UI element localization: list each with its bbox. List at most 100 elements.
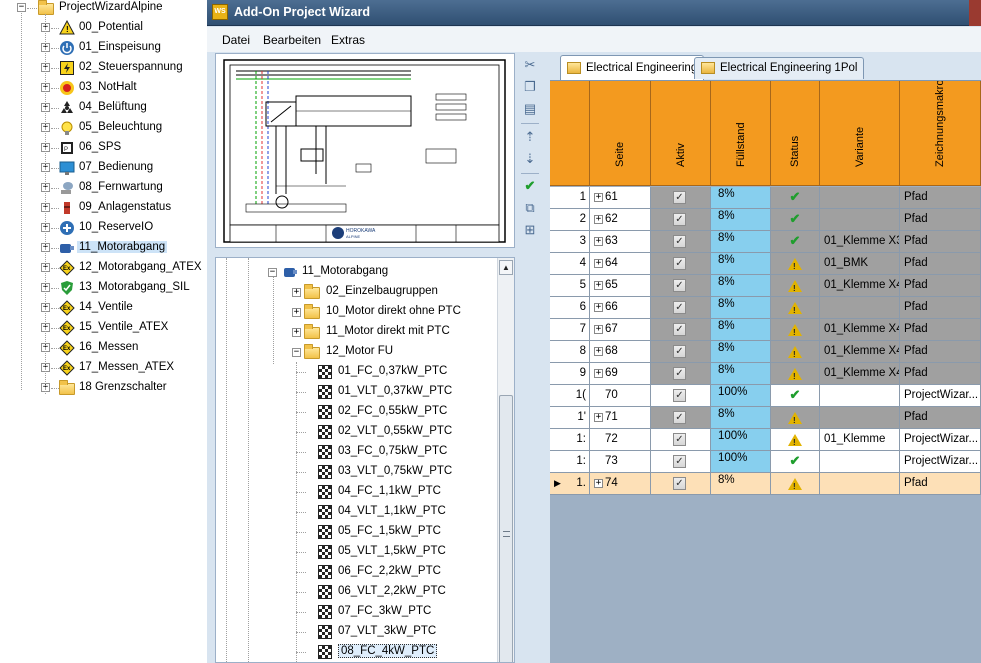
col-header-fuellstand[interactable]: Füllstand (711, 81, 771, 186)
tree-item-row[interactable]: +05_Beleuchtung (0, 118, 207, 138)
macro-item-row[interactable]: 06_VLT_2,2kW_PTC (216, 582, 496, 602)
tree-item-row[interactable]: +08_Fernwartung (0, 178, 207, 198)
expand-toggle[interactable]: + (594, 303, 603, 312)
tree-item-row[interactable]: +07_Bedienung (0, 158, 207, 178)
aktiv-checkbox[interactable]: ✓ (673, 279, 686, 292)
aktiv-checkbox[interactable]: ✓ (673, 345, 686, 358)
tree-item-row[interactable]: +04_Belüftung (0, 98, 207, 118)
aktiv-checkbox[interactable]: ✓ (673, 433, 686, 446)
tab-electrical-engineering-1pol[interactable]: Electrical Engineering 1Pol (694, 57, 865, 79)
expand-toggle[interactable]: + (594, 325, 603, 334)
expand-toggle[interactable]: + (594, 347, 603, 356)
menu-bearbeiten[interactable]: Bearbeiten (263, 33, 321, 47)
expand-toggle[interactable]: + (292, 288, 301, 297)
cell-fuellstand: 100% (711, 385, 771, 407)
macro-item-row[interactable]: 04_VLT_1,1kW_PTC (216, 502, 496, 522)
paste-icon[interactable]: ▤ (519, 99, 541, 119)
aktiv-checkbox[interactable]: ✓ (673, 455, 686, 468)
macro-item-row[interactable]: 03_VLT_0,75kW_PTC (216, 462, 496, 482)
tree-item-row[interactable]: + Ex 12_Motorabgang_ATEX (0, 258, 207, 278)
macro-item-row[interactable]: 07_FC_3kW_PTC (216, 602, 496, 622)
tree-item-row[interactable]: +18 Grenzschalter (0, 378, 207, 398)
expand-toggle[interactable]: + (594, 193, 603, 202)
tree-item-row[interactable]: + Ex 14_Ventile (0, 298, 207, 318)
col-header-seite[interactable]: Seite (590, 81, 651, 186)
expand-toggle[interactable]: + (292, 328, 301, 337)
tree-item-row[interactable]: + Ex 16_Messen (0, 338, 207, 358)
tree-item-row[interactable]: +01_Einspeisung (0, 38, 207, 58)
expand-toggle[interactable]: + (594, 259, 603, 268)
aktiv-checkbox[interactable]: ✓ (673, 411, 686, 424)
collapse-toggle[interactable]: − (268, 268, 277, 277)
macro-item-row[interactable]: 02_VLT_0,55kW_PTC (216, 422, 496, 442)
col-header-aktiv[interactable]: Aktiv (651, 81, 711, 186)
aktiv-checkbox[interactable]: ✓ (673, 323, 686, 336)
macro-item-row[interactable]: 03_FC_0,75kW_PTC (216, 442, 496, 462)
aktiv-checkbox[interactable]: ✓ (673, 235, 686, 248)
tab-electrical-engineering[interactable]: Electrical Engineering (560, 55, 705, 81)
tree-item-row[interactable]: +13_Motorabgang_SIL (0, 278, 207, 298)
move-up-icon[interactable]: ⇡ (519, 127, 541, 147)
tree-item-row[interactable]: +! 00_Potential (0, 18, 207, 38)
macro-item-row[interactable]: 08_FC_4kW_PTC (216, 642, 496, 662)
macro-item-row[interactable]: 06_FC_2,2kW_PTC (216, 562, 496, 582)
expand-toggle[interactable]: + (594, 369, 603, 378)
expand-toggle[interactable]: + (292, 308, 301, 317)
macro-item-row[interactable]: 04_FC_1,1kW_PTC (216, 482, 496, 502)
expand-toggle[interactable]: + (594, 281, 603, 290)
cut-icon[interactable]: ✂ (519, 55, 541, 75)
menu-extras[interactable]: Extras (331, 33, 365, 47)
col-header-status[interactable]: Status (771, 81, 820, 186)
row-number: 1 (550, 187, 590, 209)
scroll-up-icon[interactable]: ▲ (499, 260, 513, 275)
macro-folder-row[interactable]: +02_Einzelbaugruppen (216, 282, 496, 302)
macro-folder-row[interactable]: − 12_Motor FU (216, 342, 496, 362)
tree-item-row[interactable]: +09_Anlagenstatus (0, 198, 207, 218)
macro-item-row[interactable]: 01_FC_0,37kW_PTC (216, 362, 496, 382)
col-header-zeichnungsmakro[interactable]: Zeichnungsmakro (900, 81, 981, 186)
duplicate-icon[interactable]: ⧉ (519, 198, 541, 218)
close-button[interactable] (969, 0, 981, 26)
expand-toggle[interactable]: + (594, 413, 603, 422)
macro-folder-row[interactable]: +11_Motor direkt mit PTC (216, 322, 496, 342)
tree-item-row[interactable]: + Ex 15_Ventile_ATEX (0, 318, 207, 338)
aktiv-checkbox[interactable]: ✓ (673, 389, 686, 402)
collapse-toggle[interactable]: − (17, 3, 26, 12)
macro-item-row[interactable]: 01_VLT_0,37kW_PTC (216, 382, 496, 402)
macro-item-row[interactable]: 02_FC_0,55kW_PTC (216, 402, 496, 422)
warning-icon (788, 368, 802, 384)
scroll-thumb[interactable] (499, 395, 513, 662)
cell-zeichnungsmakro: Pfad (900, 319, 981, 341)
expand-toggle[interactable]: + (594, 215, 603, 224)
copy-icon[interactable]: ❐ (519, 77, 541, 97)
add-page-icon[interactable]: ⊞ (519, 220, 541, 240)
macro-item-row[interactable]: 05_VLT_1,5kW_PTC (216, 542, 496, 562)
aktiv-checkbox[interactable]: ✓ (673, 191, 686, 204)
aktiv-checkbox[interactable]: ✓ (673, 477, 686, 490)
col-header-variante[interactable]: Variante (820, 81, 900, 186)
macro-item-row[interactable]: 07_VLT_3kW_PTC (216, 622, 496, 642)
aktiv-checkbox[interactable]: ✓ (673, 301, 686, 314)
macro-folder-row[interactable]: +10_Motor direkt ohne PTC (216, 302, 496, 322)
collapse-toggle[interactable]: − (292, 348, 301, 357)
macro-item-row[interactable]: 05_FC_1,5kW_PTC (216, 522, 496, 542)
aktiv-checkbox[interactable]: ✓ (673, 213, 686, 226)
macro-tree-root-row[interactable]: − 11_Motorabgang (216, 262, 496, 282)
tree-item-row[interactable]: + Ex 17_Messen_ATEX (0, 358, 207, 378)
macro-tree-scrollbar[interactable]: ▲ (497, 258, 514, 662)
tree-root-row[interactable]: − ProjectWizardAlpine (0, 0, 207, 18)
expand-toggle[interactable]: + (594, 479, 603, 488)
aktiv-checkbox[interactable]: ✓ (673, 367, 686, 380)
title-bar[interactable]: WS Add-On Project Wizard (207, 0, 981, 26)
aktiv-checkbox[interactable]: ✓ (673, 257, 686, 270)
schematic-preview: HOROKAWA ALPINE (215, 53, 515, 248)
menu-datei[interactable]: Datei (222, 33, 250, 47)
check-icon[interactable]: ✔ (519, 176, 541, 196)
tree-item-row[interactable]: + P 06_SPS (0, 138, 207, 158)
tree-item-row[interactable]: +03_NotHalt (0, 78, 207, 98)
move-down-icon[interactable]: ⇣ (519, 149, 541, 169)
tree-item-row[interactable]: +10_ReserveIO (0, 218, 207, 238)
expand-toggle[interactable]: + (594, 237, 603, 246)
tree-item-row[interactable]: +02_Steuerspannung (0, 58, 207, 78)
tree-item-row[interactable]: +11_Motorabgang (0, 238, 207, 258)
